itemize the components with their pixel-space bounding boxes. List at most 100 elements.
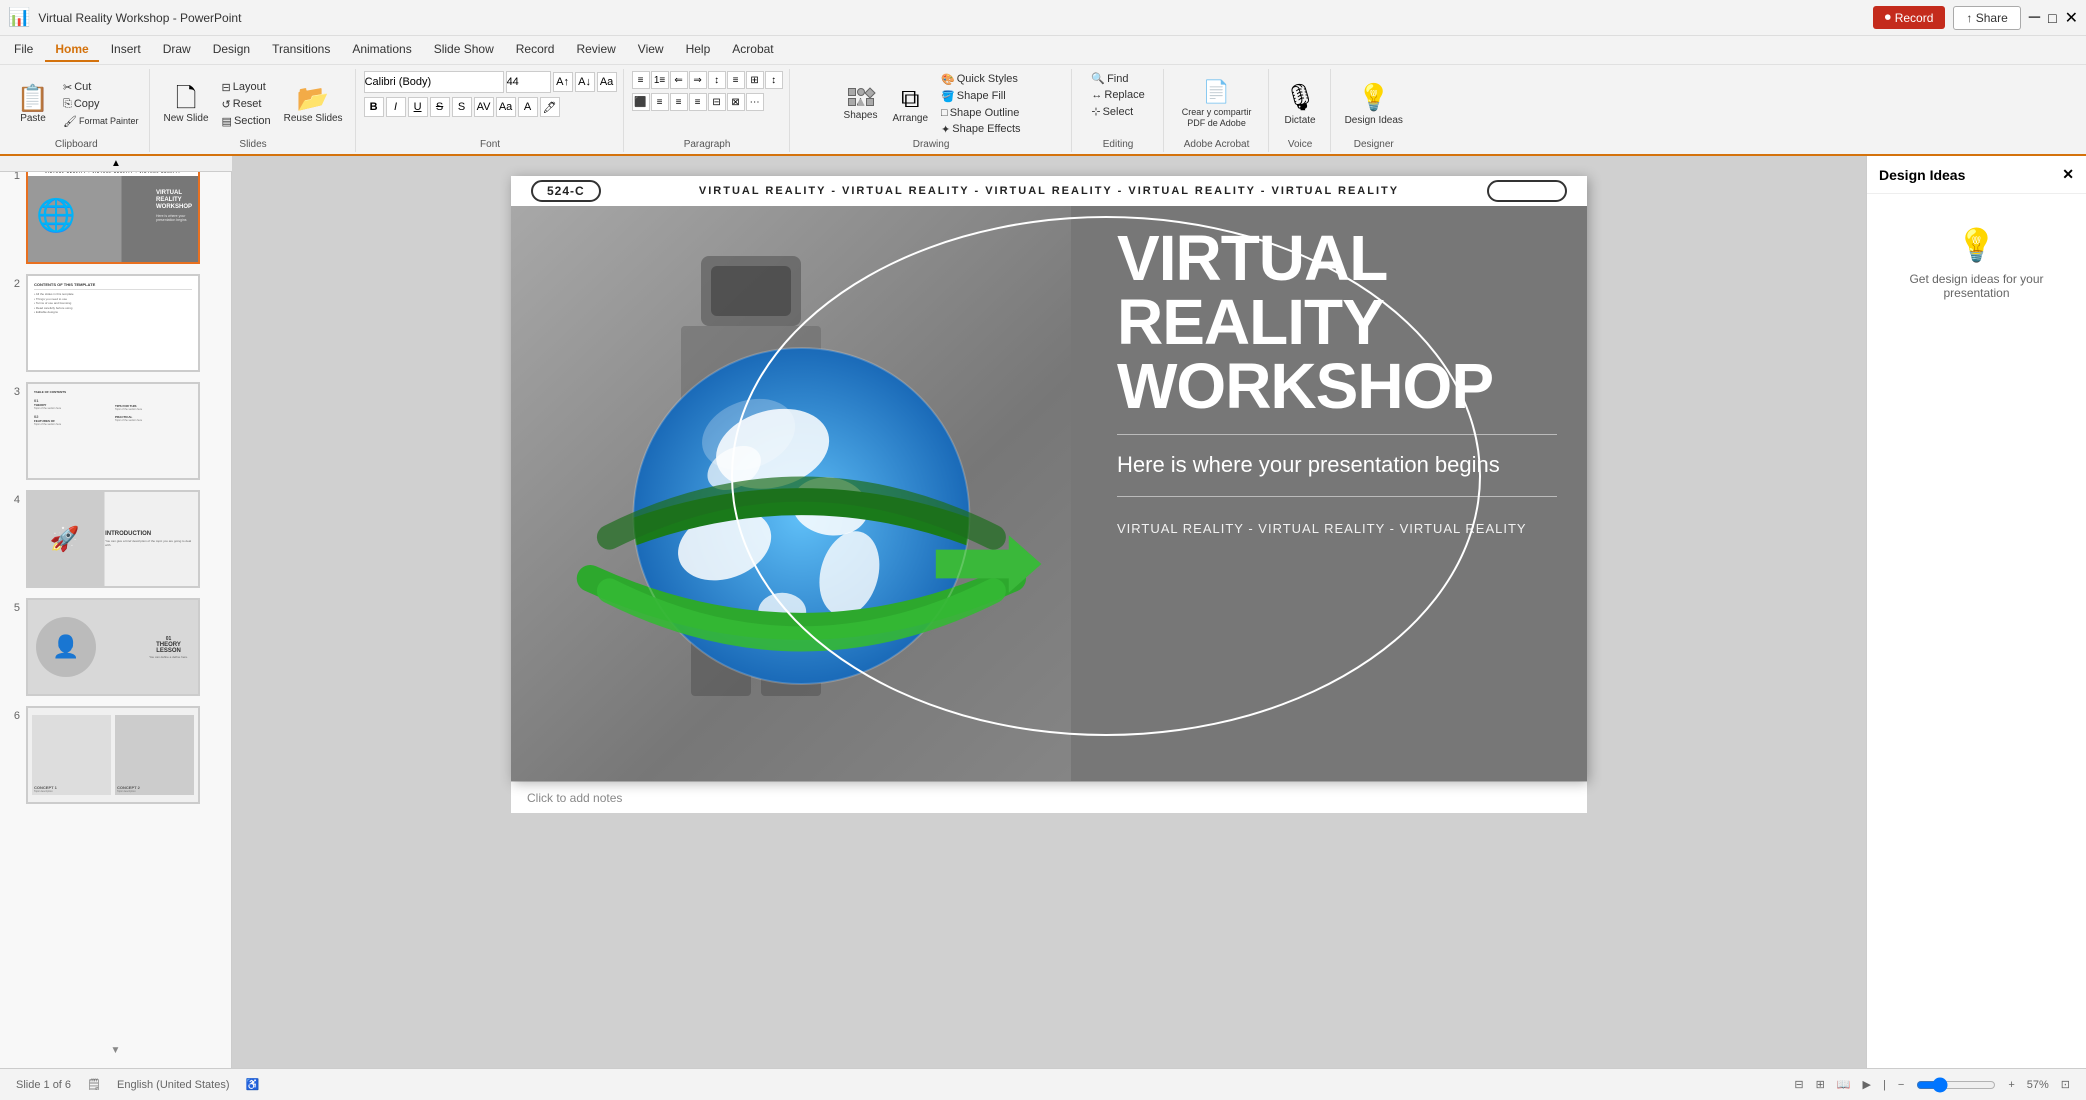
main-area: ▲ 1 🌐 VIRTUALREALITYWORKSHOP Here is whe… <box>0 156 2086 1068</box>
replace-button[interactable]: ↔ Replace <box>1087 88 1148 102</box>
font-color-button[interactable]: A <box>518 97 538 117</box>
format-painter-button[interactable]: 🖌 Format Painter <box>59 114 143 129</box>
slide-img-2[interactable]: CONTENTS OF THIS TEMPLATE • All the slid… <box>26 274 200 372</box>
shadow-button[interactable]: S <box>452 97 472 117</box>
tab-transitions[interactable]: Transitions <box>262 38 340 62</box>
scroll-up-icon[interactable]: ▲ <box>111 158 121 169</box>
slide-img-5[interactable]: 👤 01 THEORYLESSON You can define a defin… <box>26 598 200 696</box>
font-size-increase-button[interactable]: A↑ <box>553 72 573 92</box>
tab-design[interactable]: Design <box>203 38 260 62</box>
justify-button[interactable]: ≡ <box>689 93 707 111</box>
bold-button[interactable]: B <box>364 97 384 117</box>
share-button[interactable]: ↑ Share <box>1953 6 2020 30</box>
record-button[interactable]: ⏺ Record <box>1873 6 1946 29</box>
slide-thumb-6[interactable]: 6 CONCEPT 1 Topic description CONCEPT 2 … <box>4 704 227 806</box>
new-slide-icon: 🗋 <box>176 85 197 111</box>
slide-notes-icon[interactable]: 🗒 <box>87 1078 101 1091</box>
find-button[interactable]: 🔍 Find <box>1087 71 1132 86</box>
notes-placeholder[interactable]: Click to add notes <box>527 791 622 805</box>
quick-styles-button[interactable]: 🎨 Quick Styles <box>937 72 1025 87</box>
tab-help[interactable]: Help <box>676 38 721 62</box>
numbering-button[interactable]: 1≡ <box>651 71 669 89</box>
layout-button[interactable]: ⊟ Layout <box>218 80 275 95</box>
highlight-color-button[interactable]: 🖊 <box>540 97 560 117</box>
font-name-input[interactable] <box>364 71 504 93</box>
close-icon[interactable]: ✕ <box>2065 8 2078 28</box>
strikethrough-button[interactable]: S <box>430 97 450 117</box>
tab-view[interactable]: View <box>628 38 674 62</box>
shapes-button[interactable]: Shapes <box>838 84 884 125</box>
decrease-indent-button[interactable]: ⇐ <box>670 71 688 89</box>
column-layout-button[interactable]: ⊠ <box>727 93 745 111</box>
tab-review[interactable]: Review <box>566 38 625 62</box>
more-paragraph-button[interactable]: ⋯ <box>746 93 764 111</box>
tab-draw[interactable]: Draw <box>153 38 201 62</box>
minimize-icon[interactable]: ─ <box>2029 9 2040 27</box>
dictate-button[interactable]: 🎙 Dictate <box>1278 78 1323 130</box>
slide-img-1[interactable]: 🌐 VIRTUALREALITYWORKSHOP Here is where y… <box>26 166 200 264</box>
italic-button[interactable]: I <box>386 97 406 117</box>
slide-thumb-3[interactable]: 3 TABLE OF CONTENTS 01 THEORY Topic of t… <box>4 380 227 482</box>
zoom-out-icon[interactable]: − <box>1898 1079 1904 1091</box>
slide-img-6[interactable]: CONCEPT 1 Topic description CONCEPT 2 To… <box>26 706 200 804</box>
tab-file[interactable]: File <box>4 38 43 62</box>
font-size-input[interactable] <box>506 71 551 93</box>
align-center-button[interactable]: ≡ <box>651 93 669 111</box>
font-size-decrease-button[interactable]: A↓ <box>575 72 595 92</box>
slide-img-3[interactable]: TABLE OF CONTENTS 01 THEORY Topic of the… <box>26 382 200 480</box>
select-button[interactable]: ⊹ Select <box>1087 104 1137 119</box>
slideshow-icon[interactable]: ▶ <box>1863 1078 1871 1091</box>
reset-button[interactable]: ↺ Reset <box>218 97 275 112</box>
clear-formatting-button[interactable]: Aa <box>597 72 617 92</box>
char-spacing-button[interactable]: AV <box>474 97 494 117</box>
bullets-button[interactable]: ≡ <box>632 71 650 89</box>
close-panel-icon[interactable]: ✕ <box>2062 166 2074 183</box>
arrange-button[interactable]: ⧉ Arrange <box>886 81 934 128</box>
reading-view-icon[interactable]: 📖 <box>1837 1078 1851 1091</box>
accessibility-icon[interactable]: ♿ <box>246 1078 260 1091</box>
create-pdf-button[interactable]: 📄 Crear y compartir PDF de Adobe <box>1172 75 1262 133</box>
align-text-button[interactable]: ≡ <box>727 71 745 89</box>
increase-indent-button[interactable]: ⇒ <box>689 71 707 89</box>
zoom-slider[interactable] <box>1916 1077 1996 1093</box>
slide-img-4[interactable]: 🚀 INTRODUCTION You can give a brief desc… <box>26 490 200 588</box>
slide-thumb-5[interactable]: 5 👤 01 THEORYLESSON You can define a def… <box>4 596 227 698</box>
align-left-button[interactable]: ⬛ <box>632 93 650 111</box>
font-row2: B I U S S AV Aa A 🖊 <box>364 97 617 117</box>
slide-thumb-2[interactable]: 2 CONTENTS OF THIS TEMPLATE • All the sl… <box>4 272 227 374</box>
tab-insert[interactable]: Insert <box>101 38 151 62</box>
align-right-button[interactable]: ≡ <box>670 93 688 111</box>
new-slide-button[interactable]: 🗋 New Slide <box>158 81 215 128</box>
slide-thumb-4[interactable]: 4 🚀 INTRODUCTION You can give a brief de… <box>4 488 227 590</box>
underline-button[interactable]: U <box>408 97 428 117</box>
scroll-down-icon[interactable]: ▼ <box>111 1045 121 1056</box>
shape-outline-button[interactable]: □ Shape Outline <box>937 106 1025 120</box>
tab-acrobat[interactable]: Acrobat <box>722 38 783 62</box>
main-slide[interactable]: 524-C VIRTUAL REALITY - VIRTUAL REALITY … <box>511 176 1587 781</box>
paste-button[interactable]: 📋 Paste <box>10 81 56 128</box>
text-direction-button[interactable]: ↕ <box>708 71 726 89</box>
tab-record[interactable]: Record <box>506 38 565 62</box>
tab-home[interactable]: Home <box>45 38 98 62</box>
font-label: Font <box>480 137 500 150</box>
add-smartart-button[interactable]: ⊞ <box>746 71 764 89</box>
design-ideas-button[interactable]: 💡 Design Ideas <box>1339 78 1409 130</box>
maximize-icon[interactable]: □ <box>2048 10 2056 26</box>
fit-slide-icon[interactable]: ⊡ <box>2061 1078 2070 1091</box>
columns-button[interactable]: ⊟ <box>708 93 726 111</box>
tab-slideshow[interactable]: Slide Show <box>424 38 504 62</box>
change-case-button[interactable]: Aa <box>496 97 516 117</box>
copy-button[interactable]: ⎘ Copy <box>59 97 143 112</box>
shape-fill-button[interactable]: 🪣 Shape Fill <box>937 89 1025 104</box>
cut-button[interactable]: ✂ Cut <box>59 80 143 95</box>
section-button[interactable]: ▤ Section <box>218 114 275 129</box>
reuse-slides-button[interactable]: 📂 Reuse Slides <box>278 81 349 128</box>
line-spacing-button[interactable]: ↕ <box>765 71 783 89</box>
normal-view-icon[interactable]: ⊟ <box>1794 1078 1803 1091</box>
zoom-in-icon[interactable]: + <box>2008 1079 2014 1091</box>
shape-effects-button[interactable]: ✦ Shape Effects <box>937 122 1025 137</box>
slide-sorter-icon[interactable]: ⊞ <box>1816 1078 1825 1091</box>
slide-thumb-1[interactable]: 1 🌐 VIRTUALREALITYWORKSHOP Here is where… <box>4 164 227 266</box>
slide-count-label: Slide 1 of 6 <box>16 1079 71 1091</box>
tab-animations[interactable]: Animations <box>342 38 421 62</box>
